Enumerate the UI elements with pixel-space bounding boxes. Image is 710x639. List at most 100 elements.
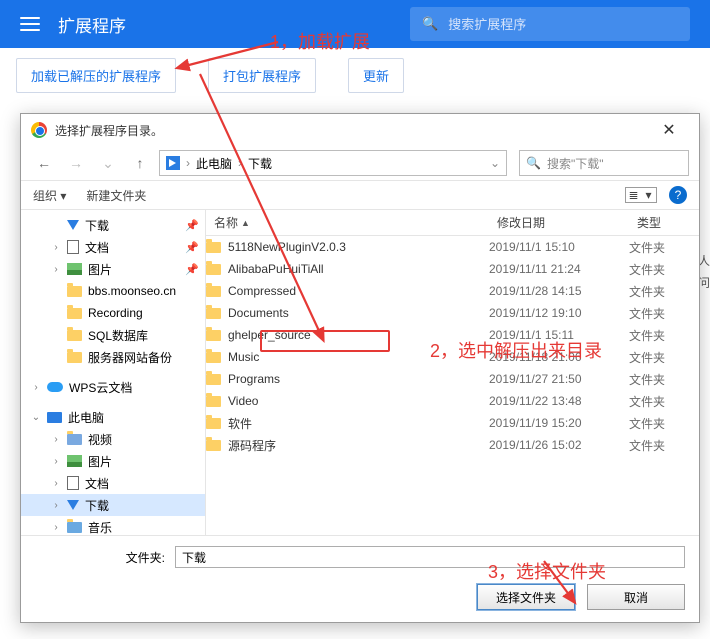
select-folder-button[interactable]: 选择文件夹 xyxy=(477,584,575,610)
file-date: 2019/11/27 21:50 xyxy=(489,372,629,386)
file-row[interactable]: Compressed2019/11/28 14:15文件夹 xyxy=(206,280,699,302)
folder-input[interactable] xyxy=(175,546,685,568)
downloads-glyph-icon xyxy=(166,156,180,170)
column-header[interactable]: 名称▲ 修改日期 类型 xyxy=(206,210,699,236)
search-input[interactable] xyxy=(448,17,678,32)
file-date: 2019/11/1 15:10 xyxy=(489,240,629,254)
pin-icon: 📌 xyxy=(185,241,199,254)
file-date: 2019/11/11 21:24 xyxy=(489,262,629,276)
page-title: 扩展程序 xyxy=(58,12,126,37)
cancel-button[interactable]: 取消 xyxy=(587,584,685,610)
nav-back-icon[interactable]: ← xyxy=(31,150,57,176)
address-bar[interactable]: › 此电脑 › 下载 ⌄ xyxy=(159,150,507,176)
chevron-down-icon[interactable]: ⌄ xyxy=(490,156,500,170)
chevron-right-icon: › xyxy=(186,156,190,170)
breadcrumb-root[interactable]: 此电脑 xyxy=(196,155,232,172)
folder-icon xyxy=(206,418,221,429)
tree-recording[interactable]: Recording xyxy=(21,302,205,324)
file-name: 源码程序 xyxy=(228,437,276,454)
file-type: 文件夹 xyxy=(629,283,699,300)
dialog-footer: 文件夹: 选择文件夹 取消 xyxy=(21,535,699,622)
dialog-search[interactable]: 🔍 搜索"下载" xyxy=(519,150,689,176)
file-type: 文件夹 xyxy=(629,261,699,278)
pin-icon: 📌 xyxy=(185,263,199,276)
folder-icon xyxy=(206,374,221,385)
tree-downloads2[interactable]: ›下载 xyxy=(21,494,205,516)
menu-icon[interactable] xyxy=(20,17,40,31)
file-type: 文件夹 xyxy=(629,393,699,410)
help-icon[interactable]: ? xyxy=(669,186,687,204)
close-icon[interactable]: ✕ xyxy=(649,120,689,140)
file-date: 2019/11/12 19:10 xyxy=(489,306,629,320)
dialog-title: 选择扩展程序目录。 xyxy=(55,122,163,139)
file-type: 文件夹 xyxy=(629,239,699,256)
file-row[interactable]: Programs2019/11/27 21:50文件夹 xyxy=(206,368,699,390)
view-mode-icon[interactable]: ≣▾ xyxy=(625,187,657,203)
file-date: 2019/11/18 21:06 xyxy=(489,350,629,364)
folder-icon xyxy=(206,242,221,253)
file-name: 软件 xyxy=(228,415,252,432)
folder-icon xyxy=(206,308,221,319)
new-folder-button[interactable]: 新建文件夹 xyxy=(86,187,146,204)
tree-sqldb[interactable]: SQL数据库 xyxy=(21,324,205,346)
tree-this-pc[interactable]: ⌄此电脑 xyxy=(21,406,205,428)
file-row[interactable]: 5118NewPluginV2.0.3 2019/11/1 15:10文件夹 xyxy=(206,236,699,258)
file-row[interactable]: Music 2019/11/18 21:06文件夹 xyxy=(206,346,699,368)
tree-documents[interactable]: ›文档📌 xyxy=(21,236,205,258)
folder-tree[interactable]: 下载📌 ›文档📌 ›图片📌 bbs.moonseo.cn Recording S… xyxy=(21,210,206,535)
file-row[interactable]: AlibabaPuHuiTiAll 2019/11/11 21:24文件夹 xyxy=(206,258,699,280)
nav-recent-icon[interactable]: ⌄ xyxy=(95,150,121,176)
file-type: 文件夹 xyxy=(629,415,699,432)
tree-pictures[interactable]: ›图片📌 xyxy=(21,258,205,280)
pack-extension-button[interactable]: 打包扩展程序 xyxy=(208,58,316,93)
file-date: 2019/11/26 15:02 xyxy=(489,438,629,452)
nav-forward-icon[interactable]: → xyxy=(63,150,89,176)
file-name: Music xyxy=(228,350,259,364)
file-row[interactable]: Documents 2019/11/12 19:10文件夹 xyxy=(206,302,699,324)
file-row[interactable]: ghelper_source2019/11/1 15:11文件夹 xyxy=(206,324,699,346)
tree-music[interactable]: ›音乐 xyxy=(21,516,205,535)
dialog-title-bar: 选择扩展程序目录。 ✕ xyxy=(21,114,699,146)
action-row: 加载已解压的扩展程序 打包扩展程序 更新 xyxy=(0,48,710,104)
chevron-right-icon: › xyxy=(238,156,242,170)
update-button[interactable]: 更新 xyxy=(348,58,404,93)
file-name: 5118NewPluginV2.0.3 xyxy=(228,240,346,254)
tree-server-backup[interactable]: 服务器网站备份 xyxy=(21,346,205,368)
search-icon: 🔍 xyxy=(526,156,541,170)
sort-asc-icon: ▲ xyxy=(241,218,250,228)
file-name: Documents xyxy=(228,306,289,320)
search-box[interactable]: 🔍 xyxy=(410,7,690,41)
file-rows[interactable]: 5118NewPluginV2.0.32019/11/1 15:10文件夹Ali… xyxy=(206,236,699,535)
folder-icon xyxy=(206,264,221,275)
file-type: 文件夹 xyxy=(629,437,699,454)
file-name: ghelper_source xyxy=(228,328,311,342)
file-type: 文件夹 xyxy=(629,305,699,322)
file-type: 文件夹 xyxy=(629,349,699,366)
file-name: Programs xyxy=(228,372,280,386)
tree-bbs[interactable]: bbs.moonseo.cn xyxy=(21,280,205,302)
tree-downloads[interactable]: 下载📌 xyxy=(21,214,205,236)
file-row[interactable]: Video2019/11/22 13:48文件夹 xyxy=(206,390,699,412)
file-type: 文件夹 xyxy=(629,327,699,344)
pin-icon: 📌 xyxy=(185,219,199,232)
chrome-header: 扩展程序 🔍 xyxy=(0,0,710,48)
load-unpacked-button[interactable]: 加载已解压的扩展程序 xyxy=(16,58,176,93)
nav-up-icon[interactable]: ↑ xyxy=(127,150,153,176)
dialog-body: 下载📌 ›文档📌 ›图片📌 bbs.moonseo.cn Recording S… xyxy=(21,210,699,535)
file-name: AlibabaPuHuiTiAll xyxy=(228,262,324,276)
tree-documents2[interactable]: ›文档 xyxy=(21,472,205,494)
breadcrumb-folder[interactable]: 下载 xyxy=(248,155,272,172)
file-row[interactable]: 源码程序 2019/11/26 15:02文件夹 xyxy=(206,434,699,456)
tree-videos[interactable]: ›视频 xyxy=(21,428,205,450)
tree-wps[interactable]: ›WPS云文档 xyxy=(21,376,205,398)
tree-pictures2[interactable]: ›图片 xyxy=(21,450,205,472)
organize-menu[interactable]: 组织 ▾ xyxy=(33,187,66,204)
folder-picker-dialog: 选择扩展程序目录。 ✕ ← → ⌄ ↑ › 此电脑 › 下载 ⌄ 🔍 搜索"下载… xyxy=(20,113,700,623)
file-row[interactable]: 软件2019/11/19 15:20文件夹 xyxy=(206,412,699,434)
folder-icon xyxy=(206,440,221,451)
folder-icon xyxy=(206,286,221,297)
chrome-logo-icon xyxy=(31,122,47,138)
dialog-search-placeholder: 搜索"下载" xyxy=(547,155,604,172)
folder-icon xyxy=(206,396,221,407)
file-date: 2019/11/28 14:15 xyxy=(489,284,629,298)
